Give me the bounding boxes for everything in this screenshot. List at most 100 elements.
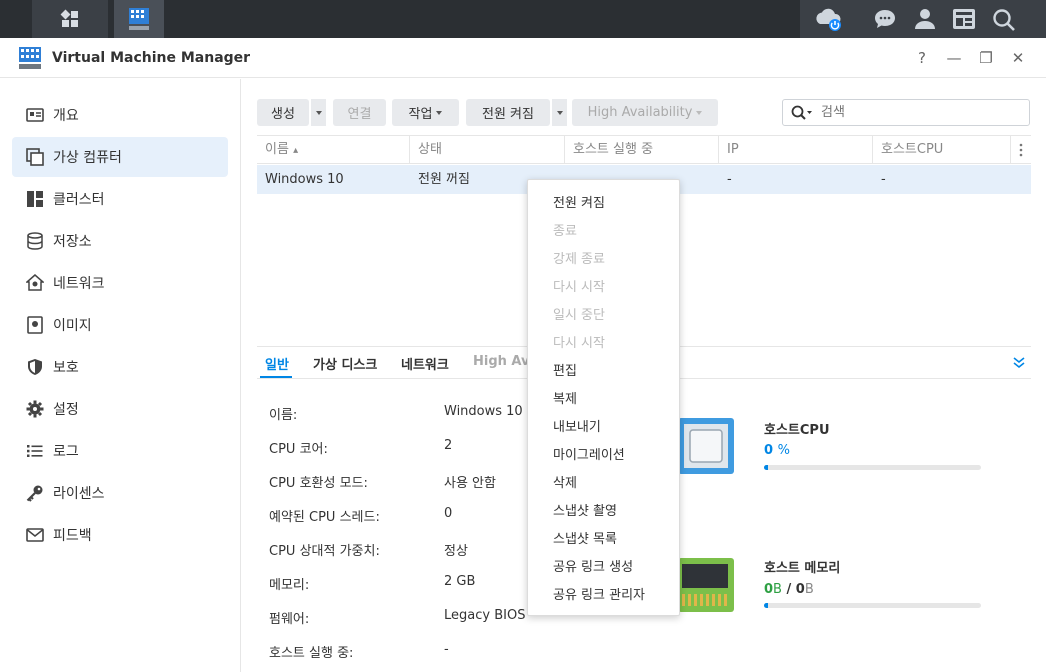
sidebar-item-label: 가상 컴퓨터 [53,150,122,166]
power-on-dropdown-button[interactable] [551,99,567,126]
context-menu-item[interactable]: 편집 [553,360,577,379]
cpu-chip-icon [678,418,734,474]
prop-label: 예약된 CPU 스레드: [269,510,380,525]
prop-value: Legacy BIOS [444,608,526,623]
context-menu-item[interactable]: 내보내기 [553,416,601,435]
prop-label: 호스트 실행 중: [269,646,354,661]
context-menu-item[interactable]: 강제 종료 [553,248,605,267]
row-status: 전원 꺼짐 [418,172,470,187]
vm-context-menu: 전원 켜짐 종료 강제 종료 다시 시작 일시 중단 다시 시작 편집 복제 내보내기 마이그레이… [527,179,680,616]
context-menu-item[interactable]: 마이그레이션 [553,444,625,463]
tab-network[interactable]: 네트워크 [401,354,449,373]
storage-icon [25,231,45,251]
context-menu-item[interactable]: 공유 링크 생성 [553,556,633,575]
host-memory-title: 호스트 메모리 [764,561,841,576]
context-menu-item[interactable]: 종료 [553,220,577,239]
user-icon[interactable] [914,8,936,30]
minimize-button[interactable]: — [944,48,964,68]
sidebar-item-settings[interactable]: 설정 [12,389,228,429]
sidebar-item-storage[interactable]: 저장소 [12,221,228,261]
sidebar-item-protection[interactable]: 보호 [12,347,228,387]
column-host[interactable]: 호스트 실행 중 [565,136,719,164]
memory-module-icon [678,558,734,612]
sidebar-item-label: 클러스터 [53,192,105,208]
context-menu-item[interactable]: 스냅샷 목록 [553,528,617,547]
tab-virtual-disk[interactable]: 가상 디스크 [313,354,377,373]
key-icon [25,483,45,503]
sidebar-item-log[interactable]: 로그 [12,431,228,471]
collapse-panel-icon[interactable] [1012,356,1026,370]
vmm-app-icon [129,8,149,30]
sidebar-item-network[interactable]: 네트워크 [12,263,228,303]
context-menu-item[interactable]: 공유 링크 관리자 [553,584,645,603]
high-availability-label: High Availability [587,105,693,120]
column-name[interactable]: 이름 ▴ [257,136,410,164]
column-status[interactable]: 상태 [410,136,565,164]
cluster-icon [25,189,45,209]
column-ip[interactable]: IP [719,136,873,164]
prop-value: - [444,642,449,657]
action-button[interactable]: 작업 [392,99,459,126]
host-cpu-title: 호스트CPU [764,423,830,438]
column-host-cpu[interactable]: 호스트CPU [873,136,1011,164]
prop-value: 정상 [444,544,468,559]
prop-value: Windows 10 [444,404,523,419]
widgets-icon[interactable] [952,8,976,30]
sidebar-item-label: 라이센스 [53,486,105,502]
search-box[interactable] [782,99,1030,126]
create-button[interactable]: 생성 [257,99,309,126]
chevron-down-icon [696,110,703,115]
window-titlebar: Virtual Machine Manager ? — ❐ ✕ [0,38,1046,78]
tab-general[interactable]: 일반 [265,354,289,373]
host-memory-bar-fill [764,603,769,608]
prop-value: 2 [444,438,453,453]
sidebar-item-image[interactable]: 이미지 [12,305,228,345]
create-dropdown-button[interactable] [310,99,326,126]
sidebar-item-feedback[interactable]: 피드백 [12,515,228,555]
context-menu-item[interactable]: 전원 켜짐 [553,192,605,211]
prop-label: 펌웨어: [269,612,310,627]
chat-icon[interactable] [874,9,896,29]
virtual-machine-icon [25,147,45,167]
context-menu-item[interactable]: 삭제 [553,472,577,491]
sidebar-item-virtual-machine[interactable]: 가상 컴퓨터 [12,137,228,177]
vmm-app-icon [19,47,41,69]
main-menu-button[interactable] [32,0,108,38]
row-name: Windows 10 [265,172,344,187]
context-menu-item[interactable]: 다시 시작 [553,332,605,351]
sidebar-item-label: 네트워크 [53,276,105,292]
search-icon[interactable] [992,8,1016,32]
sort-ascending-icon: ▴ [293,145,299,156]
sidebar-item-overview[interactable]: 개요 [12,95,228,135]
context-menu-item[interactable]: 일시 중단 [553,304,605,323]
grid-icon [60,9,78,27]
connect-button[interactable]: 연결 [333,99,386,126]
close-button[interactable]: ✕ [1008,48,1028,68]
shield-icon [25,357,45,377]
taskbar-vmm-app[interactable] [114,0,164,38]
help-button[interactable]: ? [912,48,932,68]
prop-label: CPU 상대적 가중치: [269,544,380,559]
log-icon [25,441,45,461]
host-memory-value: 0B / 0B [764,582,814,597]
dsm-taskbar [0,0,1046,38]
vm-table-header: 이름 ▴ 상태 호스트 실행 중 IP 호스트CPU [257,135,1031,164]
action-button-label: 작업 [408,107,433,122]
chevron-down-icon [315,110,322,115]
context-menu-item[interactable]: 스냅샷 촬영 [553,500,617,519]
sidebar-item-license[interactable]: 라이센스 [12,473,228,513]
cloud-sync-icon[interactable] [814,6,844,34]
high-availability-button[interactable]: High Availability [572,99,718,126]
power-on-button[interactable]: 전원 켜짐 [466,99,550,126]
prop-label: 메모리: [269,578,310,593]
context-menu-item[interactable]: 다시 시작 [553,276,605,295]
restore-button[interactable]: ❐ [976,48,996,68]
sidebar-item-cluster[interactable]: 클러스터 [12,179,228,219]
search-input[interactable] [821,105,1011,120]
host-cpu-value: 0 % [764,443,790,458]
context-menu-item[interactable]: 복제 [553,388,577,407]
prop-label: CPU 호환성 모드: [269,476,368,491]
column-menu-icon[interactable] [1019,143,1023,161]
gear-icon [25,399,45,419]
chevron-down-icon [436,110,443,115]
